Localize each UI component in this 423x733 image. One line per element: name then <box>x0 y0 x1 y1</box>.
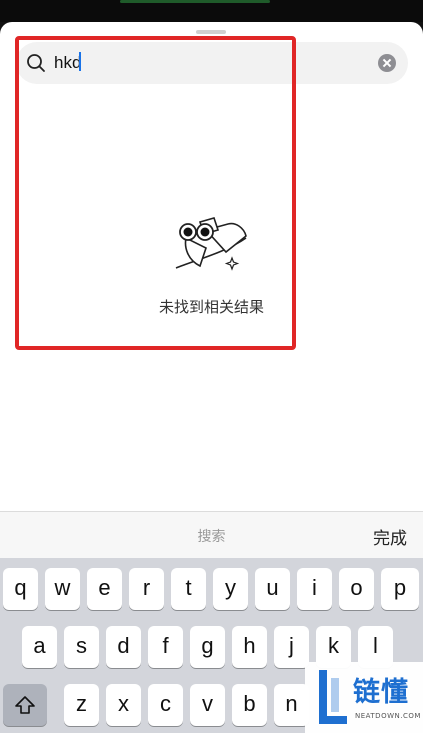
key-d[interactable]: d <box>106 626 141 668</box>
key-z[interactable]: z <box>64 684 99 726</box>
key-o[interactable]: o <box>339 568 374 610</box>
key-y[interactable]: y <box>213 568 248 610</box>
key-n[interactable]: n <box>274 684 309 726</box>
site-watermark: 链懂 NEATDOWN.COM <box>305 662 423 733</box>
key-g[interactable]: g <box>190 626 225 668</box>
key-s[interactable]: s <box>64 626 99 668</box>
keyboard-toolbar: 搜索 完成 <box>0 511 423 558</box>
key-a[interactable]: a <box>22 626 57 668</box>
search-icon <box>27 54 45 72</box>
done-button[interactable]: 完成 <box>373 524 407 549</box>
key-v[interactable]: v <box>190 684 225 726</box>
key-i[interactable]: i <box>297 568 332 610</box>
key-q[interactable]: q <box>3 568 38 610</box>
key-u[interactable]: u <box>255 568 290 610</box>
empty-state-message: 未找到相关结果 <box>158 298 264 316</box>
binoculars-illustration <box>175 217 247 271</box>
key-x[interactable]: x <box>106 684 141 726</box>
key-t[interactable]: t <box>171 568 206 610</box>
watermark-title: 链懂 <box>353 677 409 708</box>
search-input[interactable]: hkd <box>54 52 82 73</box>
key-j[interactable]: j <box>274 626 309 668</box>
key-r[interactable]: r <box>129 568 164 610</box>
key-f[interactable]: f <box>148 626 183 668</box>
search-bar[interactable]: hkd <box>16 42 408 84</box>
sheet-grabber[interactable] <box>196 30 226 34</box>
watermark-logo-mark <box>319 670 347 724</box>
text-caret <box>79 52 82 71</box>
key-e[interactable]: e <box>87 568 122 610</box>
key-w[interactable]: w <box>45 568 80 610</box>
key-p[interactable]: p <box>381 568 419 610</box>
shift-icon <box>15 696 35 714</box>
status-area <box>0 0 423 22</box>
call-indicator <box>120 0 270 3</box>
key-b[interactable]: b <box>232 684 267 726</box>
key-c[interactable]: c <box>148 684 183 726</box>
key-h[interactable]: h <box>232 626 267 668</box>
clear-search-button[interactable] <box>378 54 396 72</box>
keyboard-hint: 搜索 <box>197 529 226 545</box>
shift-key[interactable] <box>3 684 47 726</box>
watermark-subtitle: NEATDOWN.COM <box>355 712 421 720</box>
